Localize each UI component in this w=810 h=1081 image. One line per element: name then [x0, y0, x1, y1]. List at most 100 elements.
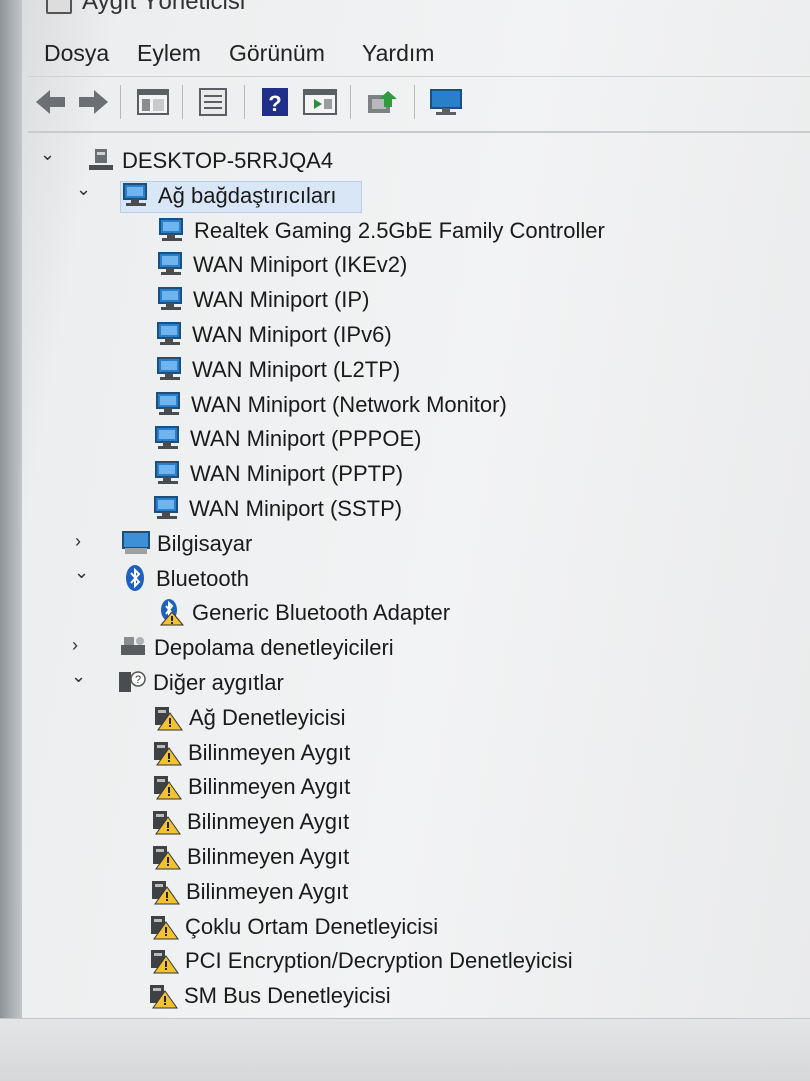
tree-item-label: PCI Encryption/Decryption Denetleyicisi — [185, 948, 573, 974]
status-bar — [0, 1018, 810, 1081]
network-device-icon — [157, 250, 187, 278]
network-device-icon — [154, 424, 184, 452]
network-device-icon — [154, 459, 184, 487]
device-tree: ⌄ DESKTOP-5RRJQA4 ⌄ Ağ bağdaştırıcıları Real… — [28, 134, 810, 1043]
tree-category-bluetooth[interactable]: ⌄ Bluetooth — [28, 562, 810, 596]
tree-item-label: Depolama denetleyicileri — [154, 635, 394, 661]
toolbar-separator — [414, 85, 415, 119]
tree-device-wan-miniport-pppoe[interactable]: WAN Miniport (PPPOE) — [28, 424, 810, 456]
tree-item-label: WAN Miniport (PPTP) — [190, 461, 404, 487]
tree-device-wan-miniport-sstp[interactable]: WAN Miniport (SSTP) — [28, 494, 810, 526]
tree-category-diger-aygitlar[interactable]: ⌄? Diğer aygıtlar — [28, 666, 810, 700]
network-device-icon — [155, 390, 185, 418]
back-arrow-icon[interactable] — [34, 87, 68, 117]
menu-yardim[interactable]: Yardım — [362, 40, 434, 67]
menu-gorunum[interactable]: Görünüm — [229, 40, 325, 67]
chevron-down-icon[interactable]: ⌄ — [40, 144, 55, 165]
network-device-icon — [156, 355, 186, 383]
menu-dosya[interactable]: Dosya — [44, 40, 109, 67]
tree-item-label: Bilgisayar — [157, 530, 253, 556]
network-device-icon — [153, 494, 183, 522]
unknown-device-icon — [148, 981, 178, 1009]
tree-device-generic-bluetooth-adapter[interactable]: Generic Bluetooth Adapter — [28, 598, 810, 630]
tree-device-wan-miniport-ikev2[interactable]: WAN Miniport (IKEv2) — [28, 250, 810, 282]
tree-device-bilinmeyen-aygit[interactable]: Bilinmeyen Aygıt — [28, 842, 810, 874]
tree-item-label: WAN Miniport (SSTP) — [189, 496, 403, 521]
chevron-right-icon[interactable]: › — [75, 531, 81, 552]
unknown-device-icon — [150, 877, 180, 905]
tree-device-coklu-ortam-denetleyicisi[interactable]: Çoklu Ortam Denetleyicisi — [28, 912, 810, 944]
network-device-icon — [122, 181, 152, 209]
chevron-down-icon[interactable]: ⌄ — [74, 562, 89, 583]
tree-device-wan-miniport-ip[interactable]: WAN Miniport (IP) — [28, 285, 810, 317]
device-manager-icon — [46, 0, 72, 14]
update-driver-icon[interactable] — [364, 87, 400, 117]
unknown-device-icon — [151, 842, 181, 870]
chevron-down-icon[interactable]: ⌄ — [71, 666, 86, 687]
tree-item-label: WAN Miniport (IP) — [193, 287, 370, 313]
chevron-down-icon[interactable]: ⌄ — [76, 179, 91, 200]
show-hide-tree-icon[interactable] — [136, 87, 170, 117]
tree-device-pci-encryption-decryption-denetleyicisi[interactable]: PCI Encryption/Decryption Denetleyicisi — [28, 946, 810, 978]
tree-item-label: WAN Miniport (PPPOE) — [190, 426, 422, 452]
tree-category-depolama-denetleyicileri[interactable]: › Depolama denetleyicileri — [28, 633, 810, 665]
tree-device-ag-denetleyicisi[interactable]: Ağ Denetleyicisi — [28, 703, 810, 735]
tree-item-label: Çoklu Ortam Denetleyicisi — [185, 913, 439, 939]
tree-item-label: Ağ bağdaştırıcıları — [158, 182, 337, 208]
tree-device-realtek-gaming-2-5gbe-family-controller[interactable]: Realtek Gaming 2.5GbE Family Controller — [28, 216, 810, 248]
tree-item-label: Bilinmeyen Aygıt — [187, 844, 350, 869]
tree-item-label: Bilinmeyen Aygıt — [187, 809, 350, 835]
tree-device-wan-miniport-ipv6[interactable]: WAN Miniport (IPv6) — [28, 320, 810, 352]
tree-device-sm-bus-denetleyicisi[interactable]: SM Bus Denetleyicisi — [28, 981, 810, 1013]
properties-icon[interactable] — [196, 87, 230, 117]
run-view-icon[interactable] — [302, 87, 338, 117]
unknown-device-icon — [152, 772, 182, 800]
window-title: Aygıt Yöneticisi — [82, 0, 246, 15]
tree-item-label: Bluetooth — [156, 565, 249, 591]
tree-device-bilinmeyen-aygit[interactable]: Bilinmeyen Aygıt — [28, 807, 810, 839]
unknown-device-icon — [152, 738, 182, 766]
tree-item-label: Bilinmeyen Aygıt — [188, 774, 351, 800]
svg-text:?: ? — [135, 674, 141, 686]
computer-device-icon — [86, 146, 116, 174]
svg-text:?: ? — [268, 91, 281, 116]
tree-device-bilinmeyen-aygit[interactable]: Bilinmeyen Aygıt — [28, 738, 810, 770]
title-bar: Aygıt Yöneticisi — [28, 0, 810, 20]
tree-category-bilgisayar[interactable]: › Bilgisayar — [28, 529, 810, 561]
tree-root-computer[interactable]: ⌄ DESKTOP-5RRJQA4 — [28, 144, 810, 178]
help-icon[interactable]: ? — [258, 87, 292, 117]
tree-device-bilinmeyen-aygit[interactable]: Bilinmeyen Aygıt — [28, 772, 810, 804]
toolbar-separator — [244, 85, 245, 119]
tree-item-label: Ağ Denetleyicisi — [189, 704, 346, 730]
storage-device-icon — [118, 633, 148, 661]
unknown-device-icon — [149, 946, 179, 974]
menu-eylem[interactable]: Eylem — [137, 40, 201, 67]
network-device-icon — [158, 216, 188, 244]
tree-item-label: Bilinmeyen Aygıt — [186, 878, 349, 904]
tree-device-wan-miniport-network-monitor[interactable]: WAN Miniport (Network Monitor) — [28, 390, 810, 422]
toolbar-separator — [120, 85, 121, 119]
tree-item-label: Generic Bluetooth Adapter — [192, 600, 451, 626]
forward-arrow-icon[interactable] — [76, 87, 110, 117]
toolbar: ? — [28, 76, 810, 133]
unknown-device-icon — [151, 807, 181, 835]
tree-device-bilinmeyen-aygit[interactable]: Bilinmeyen Aygıt — [28, 877, 810, 909]
monitor-bezel — [0, 0, 22, 1080]
bluetooth-device-icon — [120, 564, 150, 592]
tree-item-label: DESKTOP-5RRJQA4 — [122, 148, 334, 173]
tree-item-label: WAN Miniport (Network Monitor) — [191, 391, 507, 417]
tree-device-wan-miniport-l2tp[interactable]: WAN Miniport (L2TP) — [28, 355, 810, 387]
toolbar-separator — [182, 85, 183, 119]
tree-category-ag-bagdastiricilari[interactable]: ⌄ Ağ bağdaştırıcıları — [28, 179, 810, 213]
unknown-device-icon — [149, 912, 179, 940]
tree-item-label: Bilinmeyen Aygıt — [188, 739, 351, 765]
network-device-icon — [157, 285, 187, 313]
other-device-icon: ? — [117, 668, 147, 696]
chevron-right-icon[interactable]: › — [72, 635, 78, 656]
scan-hardware-icon[interactable] — [428, 87, 466, 117]
btwarn-device-icon — [156, 598, 186, 626]
tree-item-label: WAN Miniport (IPv6) — [192, 322, 392, 347]
unknown-device-icon — [153, 703, 183, 731]
tree-device-wan-miniport-pptp[interactable]: WAN Miniport (PPTP) — [28, 459, 810, 491]
pc-device-icon — [121, 529, 151, 557]
